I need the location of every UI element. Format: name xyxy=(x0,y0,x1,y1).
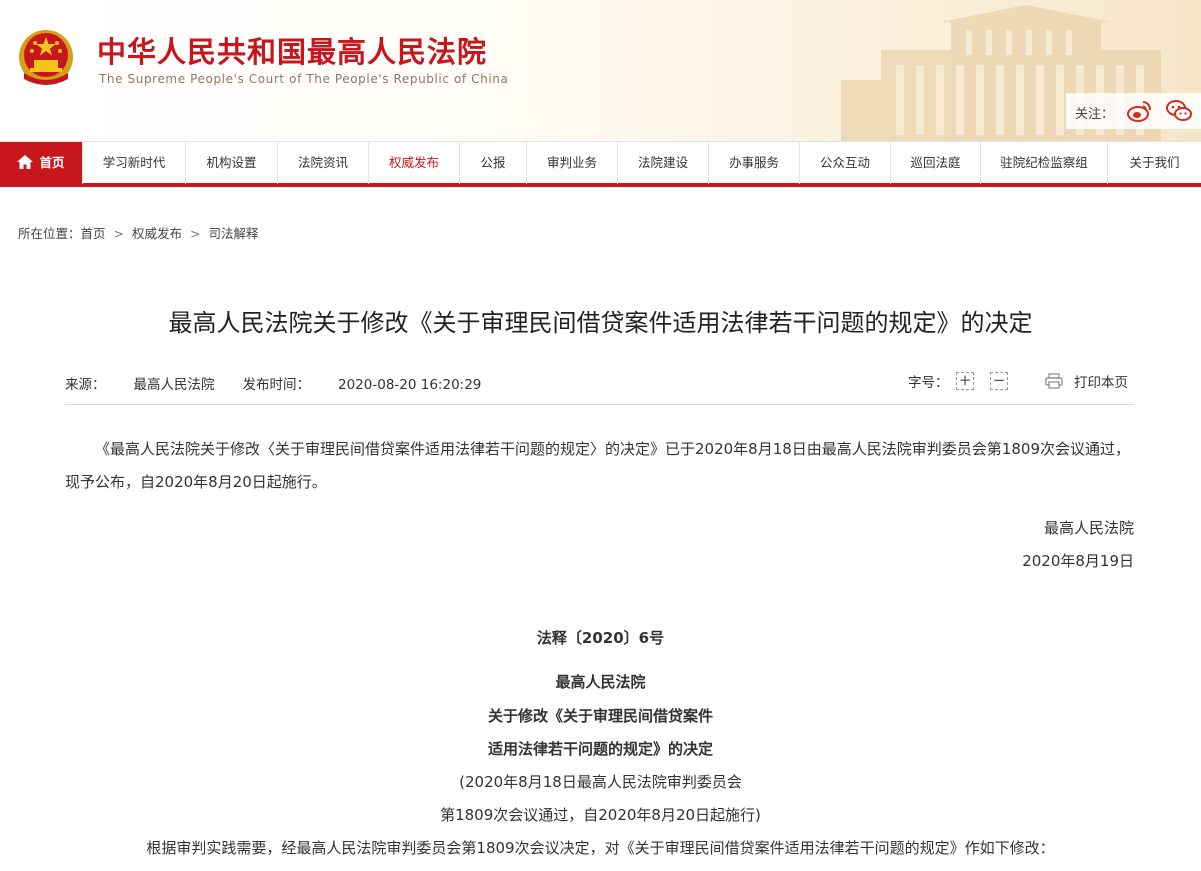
site-header: 中华人民共和国最高人民法院 The Supreme People's Court… xyxy=(0,0,1201,141)
breadcrumb: 所在位置：首页 > 权威发布 > 司法解释 xyxy=(18,223,259,242)
font-size-label: 字号： xyxy=(908,375,949,391)
body-paragraph: 根据审判实践需要，经最高人民法院审判委员会第1809次会议决定，对《关于审理民间… xyxy=(146,839,1055,857)
document-title-line-2: 关于修改《关于审理民间借贷案件 xyxy=(487,707,713,725)
nav-item-court-building[interactable]: 法院建设 xyxy=(618,142,709,184)
breadcrumb-separator: > xyxy=(190,226,201,241)
nav-item-trial-business[interactable]: 审判业务 xyxy=(527,142,618,184)
document-title-line-1: 最高人民法院 xyxy=(555,673,646,691)
weibo-icon[interactable] xyxy=(1126,98,1153,124)
print-label: 打印本页 xyxy=(1074,375,1128,391)
nav-item-label: 首页 xyxy=(39,155,65,170)
national-emblem xyxy=(19,30,73,85)
nav-item-circuit-court[interactable]: 巡回法庭 xyxy=(891,142,981,184)
nav-item-study[interactable]: 学习新时代 xyxy=(83,142,186,184)
publish-time-value: 2020-08-20 16:20:29 xyxy=(338,377,482,393)
nav-item-gazette[interactable]: 公报 xyxy=(460,142,527,184)
site-subtitle: The Supreme People's Court of The People… xyxy=(99,72,509,86)
publish-time-info: 发布时间： 2020-08-20 16:20:29 xyxy=(243,377,482,393)
nav-item-discipline-group[interactable]: 驻院纪检监察组 xyxy=(981,142,1108,184)
article-meta: 来源： 最高人民法院 发布时间： 2020-08-20 16:20:29 xyxy=(65,373,481,393)
publish-time-label: 发布时间： xyxy=(242,377,311,393)
source-info: 来源： 最高人民法院 xyxy=(65,377,215,393)
breadcrumb-item-judicial-interpretation[interactable]: 司法解释 xyxy=(209,226,259,241)
font-decrease-button[interactable]: − xyxy=(990,372,1008,390)
main-nav: 首页 学习新时代 机构设置 法院资讯 权威发布 公报 审判业务 法院建设 办事服… xyxy=(0,141,1201,187)
nav-item-about-us[interactable]: 关于我们 xyxy=(1108,142,1201,184)
nav-item-home[interactable]: 首页 xyxy=(0,142,83,184)
breadcrumb-separator: > xyxy=(113,226,125,241)
intro-paragraph: 《最高人民法院关于修改〈关于审理民间借贷案件适用法律若干问题的规定〉的决定》已于… xyxy=(65,440,1130,491)
source-value: 最高人民法院 xyxy=(133,377,215,393)
follow-label: 关注： xyxy=(1075,107,1115,122)
signature-date: 2020年8月19日 xyxy=(1022,552,1134,570)
signature: 最高人民法院 xyxy=(1043,519,1134,537)
breadcrumb-item-home[interactable]: 首页 xyxy=(81,226,106,241)
document-note-line-1: (2020年8月18日最高人民法院审判委员会 xyxy=(459,773,742,791)
document-note-line-2: 第1809次会议通过，自2020年8月20日起施行) xyxy=(440,806,761,824)
font-size-tools: 字号： + − xyxy=(908,371,1008,391)
follow-panel: 关注： xyxy=(1066,93,1201,129)
breadcrumb-prefix: 所在位置： xyxy=(18,226,81,241)
nav-item-services[interactable]: 办事服务 xyxy=(709,142,800,184)
font-increase-button[interactable]: + xyxy=(956,372,974,390)
home-icon xyxy=(17,155,34,169)
source-label: 来源： xyxy=(65,377,106,393)
printer-icon xyxy=(1045,373,1063,389)
nav-item-public-interaction[interactable]: 公众互动 xyxy=(800,142,891,184)
divider xyxy=(65,404,1134,405)
nav-item-organization[interactable]: 机构设置 xyxy=(186,142,278,184)
breadcrumb-item-release[interactable]: 权威发布 xyxy=(132,226,182,241)
nav-item-authoritative-release[interactable]: 权威发布 xyxy=(369,142,460,184)
article-title: 最高人民法院关于修改《关于审理民间借贷案件适用法律若干问题的规定》的决定 xyxy=(168,309,1033,337)
nav-item-court-news[interactable]: 法院资讯 xyxy=(278,142,369,184)
site-title[interactable]: 中华人民共和国最高人民法院 xyxy=(97,29,487,71)
document-title-line-3: 适用法律若干问题的规定》的决定 xyxy=(487,740,713,758)
wechat-icon[interactable] xyxy=(1166,98,1193,124)
document-number: 法释〔2020〕6号 xyxy=(536,629,665,647)
